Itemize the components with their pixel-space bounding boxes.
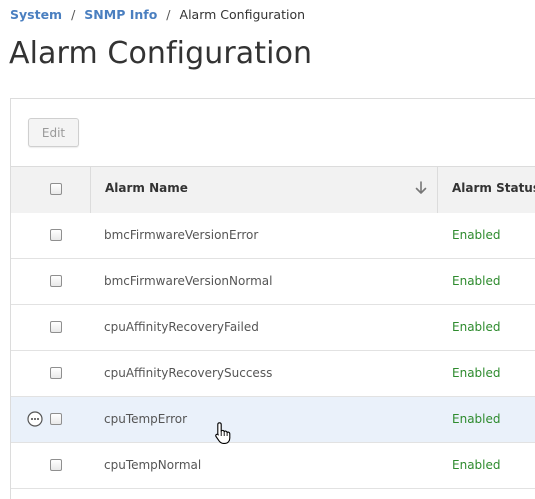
table-row[interactable]: cpuTempNormal Enabled bbox=[11, 443, 535, 489]
row-checkbox[interactable] bbox=[50, 459, 62, 471]
column-divider bbox=[90, 167, 91, 213]
alarm-name-cell: cpuTempError bbox=[104, 412, 188, 426]
column-header-alarm-status[interactable]: Alarm Status bbox=[452, 181, 535, 195]
alarm-status-cell: Enabled bbox=[452, 412, 501, 426]
alarm-status-cell: Enabled bbox=[452, 320, 501, 334]
alarm-table-panel: Edit Alarm Name Alarm Status bmcFirmware… bbox=[10, 98, 535, 499]
breadcrumb-separator: / bbox=[166, 7, 171, 22]
alarm-name-cell: bmcFirmwareVersionError bbox=[104, 228, 259, 242]
alarm-status-cell: Enabled bbox=[452, 366, 501, 380]
breadcrumb-system-link[interactable]: System bbox=[10, 7, 62, 22]
table-row[interactable]: bmcFirmwareVersionNormal Enabled bbox=[11, 259, 535, 305]
alarm-name-cell: bmcFirmwareVersionNormal bbox=[104, 274, 273, 288]
row-checkbox[interactable] bbox=[50, 367, 62, 379]
more-options-icon[interactable] bbox=[27, 411, 43, 427]
alarm-status-cell: Enabled bbox=[452, 228, 501, 242]
table-row[interactable]: bmcFirmwareVersionError Enabled bbox=[11, 213, 535, 259]
table-header: Alarm Name Alarm Status bbox=[11, 166, 535, 214]
alarm-name-cell: cpuAffinityRecoveryFailed bbox=[104, 320, 259, 334]
select-all-checkbox[interactable] bbox=[50, 183, 62, 195]
alarm-status-cell: Enabled bbox=[452, 458, 501, 472]
hand-pointer-cursor-icon bbox=[215, 422, 231, 444]
breadcrumb: System / SNMP Info / Alarm Configuration bbox=[10, 7, 305, 22]
alarm-status-cell: Enabled bbox=[452, 274, 501, 288]
arrow-down-icon[interactable] bbox=[414, 180, 428, 196]
row-checkbox[interactable] bbox=[50, 229, 62, 241]
table-row[interactable]: cpuAffinityRecoveryFailed Enabled bbox=[11, 305, 535, 351]
breadcrumb-separator: / bbox=[71, 7, 76, 22]
row-checkbox[interactable] bbox=[50, 413, 62, 425]
alarm-name-cell: cpuAffinityRecoverySuccess bbox=[104, 366, 273, 380]
table-row-hovered[interactable]: cpuTempError Enabled bbox=[11, 397, 535, 443]
row-checkbox[interactable] bbox=[50, 321, 62, 333]
column-divider bbox=[437, 167, 438, 213]
breadcrumb-snmp-info-link[interactable]: SNMP Info bbox=[84, 7, 157, 22]
alarm-name-cell: cpuTempNormal bbox=[104, 458, 202, 472]
table-row[interactable]: cpuAffinityRecoverySuccess Enabled bbox=[11, 351, 535, 397]
column-header-alarm-name[interactable]: Alarm Name bbox=[105, 181, 188, 195]
breadcrumb-current-page: Alarm Configuration bbox=[179, 7, 306, 22]
row-checkbox[interactable] bbox=[50, 275, 62, 287]
edit-button[interactable]: Edit bbox=[28, 118, 79, 147]
page-title: Alarm Configuration bbox=[9, 36, 313, 71]
